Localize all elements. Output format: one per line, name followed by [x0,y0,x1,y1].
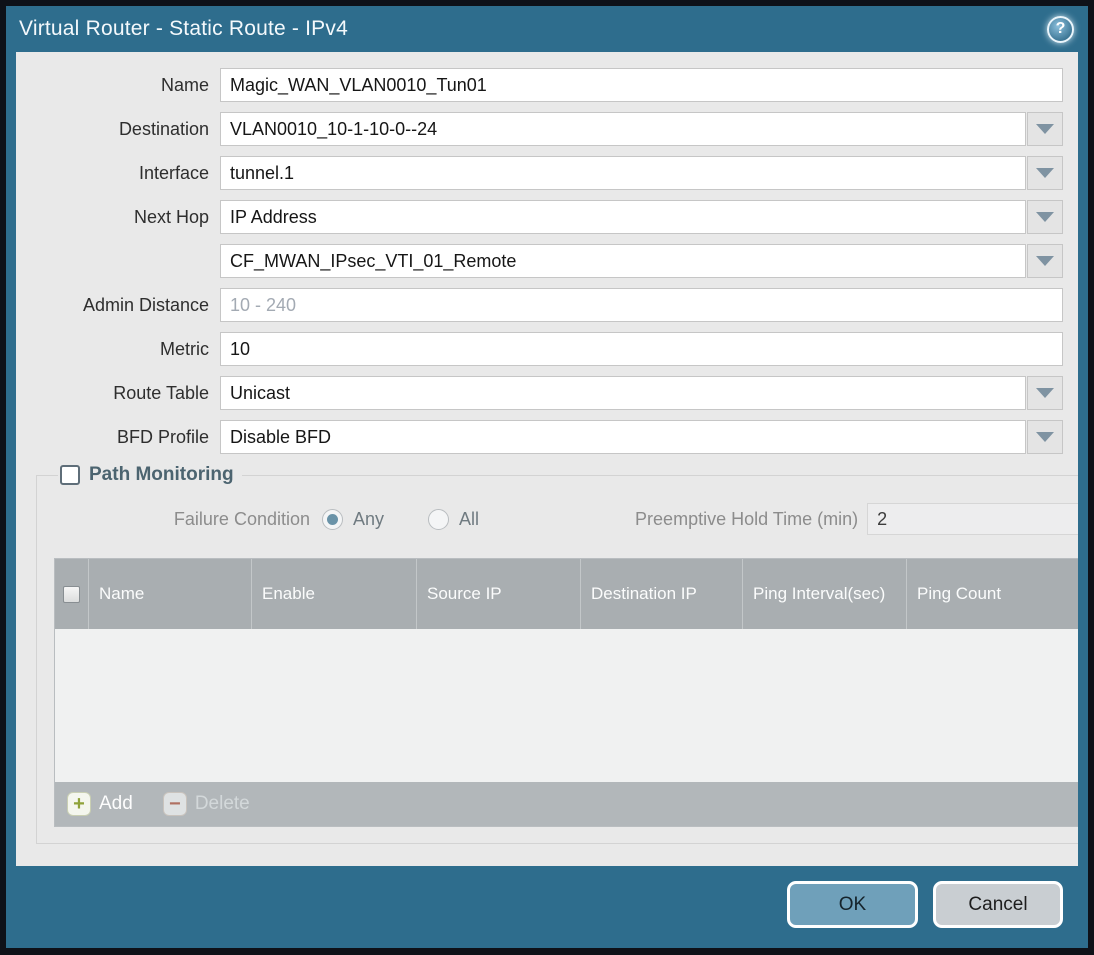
radio-all-icon[interactable] [428,508,450,530]
route-table-input[interactable] [220,376,1026,410]
bfd-profile-input[interactable] [220,420,1026,454]
path-monitoring-title: Path Monitoring [89,464,234,485]
delete-button[interactable]: − Delete [162,792,250,816]
path-monitoring-checkbox[interactable] [60,465,80,485]
next-hop-type-input[interactable] [220,200,1026,234]
failure-condition-row: Failure Condition Any All Preemptive Hol… [54,502,1078,536]
chevron-down-icon [1036,124,1054,134]
form-row-bfd-profile: BFD Profile [32,420,1063,454]
path-monitoring-table: Name Enable Source IP Destination IP Pin… [54,558,1078,827]
table-header-name: Name [89,559,252,629]
form-row-metric: Metric [32,332,1063,366]
form-row-name: Name [32,68,1063,102]
table-header-enable: Enable [252,559,417,629]
bfd-profile-dropdown-button[interactable] [1027,420,1063,454]
dialog-footer: OK Cancel [6,866,1088,948]
destination-label: Destination [118,118,209,139]
table-header-destination-ip: Destination IP [581,559,743,629]
add-button-label: Add [99,793,133,814]
admin-distance-label: Admin Distance [82,294,209,315]
table-header-ping-count: Ping Count [917,584,1002,604]
route-table-dropdown-button[interactable] [1027,376,1063,410]
admin-distance-input[interactable] [220,288,1063,322]
preemptive-hold-time-input[interactable] [867,503,1078,535]
radio-any-label: Any [353,508,385,529]
add-plus-icon: + [67,792,91,816]
next-hop-address-input[interactable] [220,244,1026,278]
radio-option-any[interactable]: Any [322,508,385,530]
form-row-admin-distance: Admin Distance [32,288,1063,322]
add-button[interactable]: + Add [67,792,133,816]
dialog-outer-border: Virtual Router - Static Route - IPv4 ? N… [0,0,1094,955]
dialog-title: Virtual Router - Static Route - IPv4 [19,17,348,40]
form-row-destination: Destination [32,112,1063,146]
radio-selected-dot [327,513,338,525]
next-hop-label: Next Hop [133,206,209,227]
name-label: Name [160,74,209,95]
form-row-interface: Interface [32,156,1063,190]
dialog-titlebar: Virtual Router - Static Route - IPv4 ? [6,6,1088,52]
chevron-down-icon [1036,432,1054,442]
radio-any-icon[interactable] [322,508,343,530]
next-hop-type-dropdown-button[interactable] [1027,200,1063,234]
dialog-content: Name Destination Interface [16,52,1078,866]
preemptive-hold-time-label: Preemptive Hold Time (min) [635,508,859,529]
ok-button[interactable]: OK [787,881,918,928]
table-header-select-all[interactable] [55,559,89,629]
metric-input[interactable] [220,332,1063,366]
delete-button-label: Delete [194,793,250,814]
table-header-source-ip: Source IP [417,559,581,629]
form-row-next-hop: Next Hop [32,200,1063,234]
radio-all-label: All [459,508,480,529]
interface-label: Interface [138,162,209,183]
select-all-checkbox[interactable] [63,585,80,603]
interface-input[interactable] [220,156,1026,190]
static-route-dialog: Virtual Router - Static Route - IPv4 ? N… [6,6,1088,948]
radio-option-all[interactable]: All [428,508,480,530]
form-row-route-table: Route Table [32,376,1063,410]
chevron-down-icon [1036,256,1054,266]
destination-input[interactable] [220,112,1026,146]
failure-condition-label: Failure Condition [173,508,310,529]
table-header-ping-interval: Ping Interval(sec) [743,559,907,629]
form-row-next-hop-address [32,244,1063,278]
chevron-down-icon [1036,388,1054,398]
interface-dropdown-button[interactable] [1027,156,1063,190]
bfd-profile-label: BFD Profile [116,426,209,447]
failure-condition-radio-group: Any All [322,508,523,530]
path-monitoring-section: Path Monitoring Failure Condition Any Al… [36,464,1078,844]
route-table-label: Route Table [113,382,209,403]
destination-dropdown-button[interactable] [1027,112,1063,146]
path-monitoring-legend: Path Monitoring [58,464,242,486]
next-hop-address-dropdown-button[interactable] [1027,244,1063,278]
table-footer-toolbar: + Add − Delete [55,782,1078,826]
chevron-down-icon [1036,168,1054,178]
table-header-row: Name Enable Source IP Destination IP Pin… [55,559,1078,629]
name-input[interactable] [220,68,1063,102]
cancel-button[interactable]: Cancel [933,881,1063,928]
metric-label: Metric [160,338,209,359]
help-icon[interactable]: ? [1047,15,1074,43]
delete-minus-icon: − [162,792,187,816]
table-body-empty [55,629,1078,782]
chevron-down-icon [1036,212,1054,222]
